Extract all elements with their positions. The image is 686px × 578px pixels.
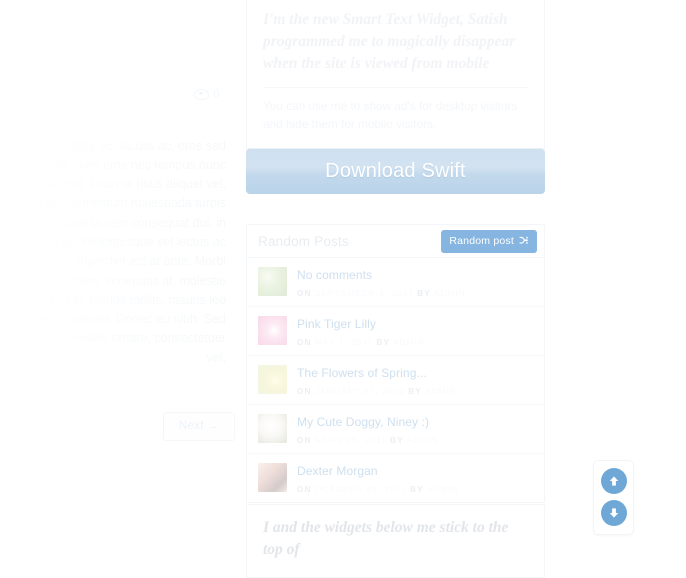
post-meta-by-label: BY [409, 484, 424, 494]
post-meta-on-label: ON [297, 484, 312, 494]
arrow-down-icon [607, 506, 621, 520]
random-posts-widget: Random Posts Random post No comments ON … [246, 224, 545, 503]
article-body-text: consectetur ac, iaculis ac, eros sed mal… [2, 138, 226, 365]
post-text: No comments ON SEPTEMBER 4, 2007 BY ADMI… [297, 267, 466, 298]
next-page-button[interactable]: Next → [163, 412, 235, 441]
smart-text-widget: I'm the new Smart Text Widget, Satish pr… [246, 0, 545, 150]
scroll-to-top-button[interactable] [600, 468, 627, 494]
post-author[interactable]: ADMIN [425, 386, 457, 396]
post-title-link[interactable]: The Flowers of Spring... [297, 366, 457, 381]
article-view-count: 0 [194, 88, 220, 100]
post-thumbnail[interactable] [258, 365, 287, 394]
post-thumbnail[interactable] [258, 316, 287, 345]
eye-icon [194, 88, 210, 100]
post-title-link[interactable]: No comments [297, 268, 466, 283]
post-meta-by-label: BY [417, 288, 431, 298]
scroll-controls [593, 460, 634, 535]
sticky-notice-text: I and the widgets below me stick to the … [263, 519, 509, 558]
post-text: Pink Tiger Lilly ON MAY 1, 2011 BY ADMIN [297, 316, 425, 347]
sticky-notice-widget: I and the widgets below me stick to the … [246, 504, 545, 578]
post-meta-on-label: ON [297, 288, 312, 298]
download-swift-button[interactable]: Download Swift [246, 148, 545, 194]
list-item[interactable]: My Cute Doggy, Niney :) ON APRIL 28, 201… [247, 405, 544, 454]
list-item[interactable]: No comments ON SEPTEMBER 4, 2007 BY ADMI… [247, 258, 544, 307]
post-title-link[interactable]: Pink Tiger Lilly [297, 317, 425, 332]
smart-text-heading: I'm the new Smart Text Widget, Satish pr… [263, 11, 516, 72]
post-date: MAY 1, 2011 [314, 337, 374, 347]
post-date: APRIL 28, 2011 [314, 435, 387, 445]
post-meta-by-label: BY [390, 435, 404, 445]
post-meta: ON OCTOBER 26, 2011 BY ADMIN [297, 484, 458, 494]
post-thumbnail[interactable] [258, 463, 287, 492]
article-column: 0 consectetur ac, iaculis ac, eros sed m… [0, 0, 238, 538]
post-meta-by-label: BY [408, 386, 422, 396]
post-date: SEPTEMBER 4, 2007 [314, 288, 414, 298]
random-posts-list: No comments ON SEPTEMBER 4, 2007 BY ADMI… [247, 258, 544, 502]
post-thumbnail[interactable] [258, 414, 287, 443]
post-meta: ON MAY 1, 2011 BY ADMIN [297, 337, 425, 347]
post-meta-on-label: ON [297, 435, 312, 445]
post-text: My Cute Doggy, Niney :) ON APRIL 28, 201… [297, 414, 439, 445]
post-title-link[interactable]: Dexter Morgan [297, 464, 458, 479]
post-text: The Flowers of Spring... ON JANUARY 27, … [297, 365, 457, 396]
divider [263, 87, 528, 88]
random-posts-header: Random Posts Random post [247, 225, 544, 258]
post-author[interactable]: ADMIN [426, 484, 458, 494]
post-author[interactable]: ADMIN [393, 337, 425, 347]
post-date: OCTOBER 26, 2011 [314, 484, 407, 494]
random-posts-title: Random Posts [258, 233, 349, 249]
post-thumbnail[interactable] [258, 267, 287, 296]
list-item[interactable]: Dexter Morgan ON OCTOBER 26, 2011 BY ADM… [247, 454, 544, 502]
random-post-button[interactable]: Random post [441, 229, 537, 253]
post-meta-by-label: BY [376, 337, 391, 347]
post-title-link[interactable]: My Cute Doggy, Niney :) [297, 415, 439, 430]
list-item[interactable]: The Flowers of Spring... ON JANUARY 27, … [247, 356, 544, 405]
view-count-value: 0 [213, 88, 220, 100]
post-text: Dexter Morgan ON OCTOBER 26, 2011 BY ADM… [297, 463, 458, 494]
arrow-up-icon [607, 474, 621, 488]
post-author[interactable]: ADMIN [434, 288, 466, 298]
post-meta: ON SEPTEMBER 4, 2007 BY ADMIN [297, 288, 466, 298]
scroll-to-bottom-button[interactable] [600, 500, 627, 526]
post-meta-on-label: ON [297, 337, 312, 347]
post-author[interactable]: ADMIN [407, 435, 439, 445]
post-meta: ON JANUARY 27, 2010 BY ADMIN [297, 386, 457, 396]
post-date: JANUARY 27, 2010 [314, 386, 405, 396]
post-meta-on-label: ON [297, 386, 312, 396]
post-meta: ON APRIL 28, 2011 BY ADMIN [297, 435, 439, 445]
list-item[interactable]: Pink Tiger Lilly ON MAY 1, 2011 BY ADMIN [247, 307, 544, 356]
random-post-button-label: Random post [449, 234, 514, 247]
shuffle-icon [519, 236, 529, 245]
smart-text-body: You can use me to show ad's for desktop … [263, 99, 518, 131]
